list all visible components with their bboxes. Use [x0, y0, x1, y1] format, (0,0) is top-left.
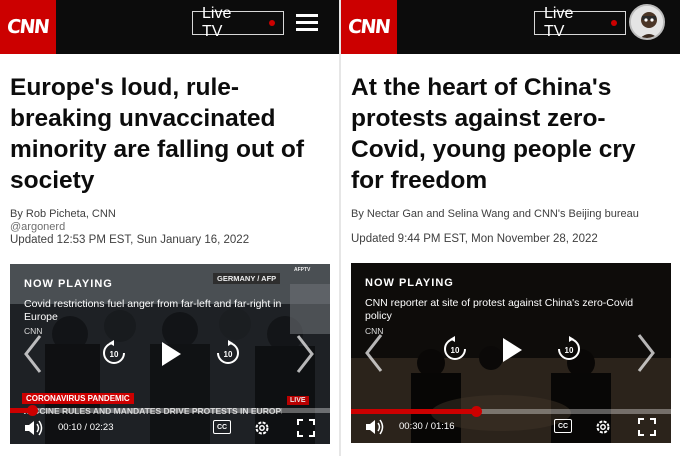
top-navigation-bar: CNN Live TV: [341, 0, 680, 54]
location-watermark: GERMANY / AFP: [213, 273, 281, 284]
live-tv-button[interactable]: Live TV: [192, 5, 284, 40]
play-icon[interactable]: [501, 337, 523, 363]
article-panel-europe: CNN Live TV Europe's loud, rule-breaking…: [0, 0, 339, 456]
live-tv-button[interactable]: Live TV: [534, 5, 626, 40]
lower-third-banner: CORONAVIRUS PANDEMIC: [22, 393, 134, 404]
current-time: 00:30: [399, 421, 423, 432]
closed-captions-button[interactable]: CC: [554, 419, 572, 433]
progress-scrubber[interactable]: [470, 406, 482, 417]
closed-captions-button[interactable]: CC: [213, 420, 231, 434]
volume-icon[interactable]: [365, 418, 385, 436]
forward-10-icon[interactable]: 10: [556, 336, 582, 362]
video-time: 00:10 / 02:23: [58, 422, 114, 433]
article-headline: Europe's loud, rule-breaking unvaccinate…: [10, 74, 305, 194]
now-playing-label: NOW PLAYING: [365, 277, 454, 289]
article-headline: At the heart of China's protests against…: [351, 74, 636, 194]
volume-icon[interactable]: [24, 419, 44, 437]
live-badge: LIVE: [287, 396, 309, 405]
live-tv-label: Live TV: [544, 5, 574, 40]
rewind-seconds: 10: [110, 350, 119, 359]
settings-gear-icon[interactable]: [594, 418, 612, 436]
article-panel-china: CNN Live TV At the heart of China's prot…: [341, 0, 680, 456]
rewind-10-icon[interactable]: 10: [101, 340, 127, 366]
duration: 01:16: [430, 421, 455, 432]
now-playing-label: NOW PLAYING: [24, 278, 113, 290]
video-progress-bar[interactable]: [351, 406, 671, 417]
cnn-logo[interactable]: CNN: [0, 0, 56, 54]
cnn-logo[interactable]: CNN: [341, 0, 397, 54]
article-byline: By Rob Picheta, CNN: [10, 208, 116, 220]
top-navigation-bar: CNN Live TV: [0, 0, 339, 54]
menu-icon[interactable]: [296, 14, 318, 32]
chevron-right-icon[interactable]: [290, 332, 320, 376]
logo-text: CNN: [6, 16, 50, 38]
agency-tag: AFPTV: [294, 267, 311, 273]
live-tv-label: Live TV: [202, 5, 232, 40]
video-controls: 00:30 / 01:16 CC: [351, 418, 671, 440]
forward-seconds: 10: [565, 346, 574, 355]
avatar[interactable]: [629, 4, 665, 40]
article-byline: By Nectar Gan and Selina Wang and CNN's …: [351, 208, 639, 220]
current-time: 00:10: [58, 422, 82, 433]
rewind-10-icon[interactable]: 10: [442, 336, 468, 362]
video-title: Covid restrictions fuel anger from far-l…: [24, 298, 282, 323]
chevron-left-icon[interactable]: [18, 332, 48, 376]
video-player[interactable]: NOW PLAYING CNN reporter at site of prot…: [351, 263, 671, 443]
forward-10-icon[interactable]: 10: [215, 340, 241, 366]
article-timestamp: Updated 12:53 PM EST, Sun January 16, 20…: [10, 234, 250, 246]
video-time: 00:30 / 01:16: [399, 421, 455, 432]
progress-fill: [351, 409, 476, 414]
video-title: CNN reporter at site of protest against …: [365, 297, 634, 322]
author-handle[interactable]: @argonerd: [10, 221, 65, 233]
duration: 02:23: [89, 422, 114, 433]
live-dot-icon: [611, 20, 617, 26]
chevron-right-icon[interactable]: [631, 331, 661, 375]
fullscreen-icon[interactable]: [297, 419, 315, 437]
rewind-seconds: 10: [451, 346, 460, 355]
fullscreen-icon[interactable]: [638, 418, 656, 436]
play-icon[interactable]: [160, 341, 182, 367]
video-player[interactable]: AFPTV GERMANY / AFP NOW PLAYING Covid re…: [10, 264, 330, 444]
logo-text: CNN: [347, 16, 391, 38]
video-progress-bar[interactable]: [10, 405, 330, 416]
live-dot-icon: [269, 20, 275, 26]
forward-seconds: 10: [224, 350, 233, 359]
settings-gear-icon[interactable]: [253, 419, 271, 437]
chevron-left-icon[interactable]: [359, 331, 389, 375]
video-controls: 00:10 / 02:23 CC: [10, 419, 330, 441]
article-timestamp: Updated 9:44 PM EST, Mon November 28, 20…: [351, 233, 598, 245]
